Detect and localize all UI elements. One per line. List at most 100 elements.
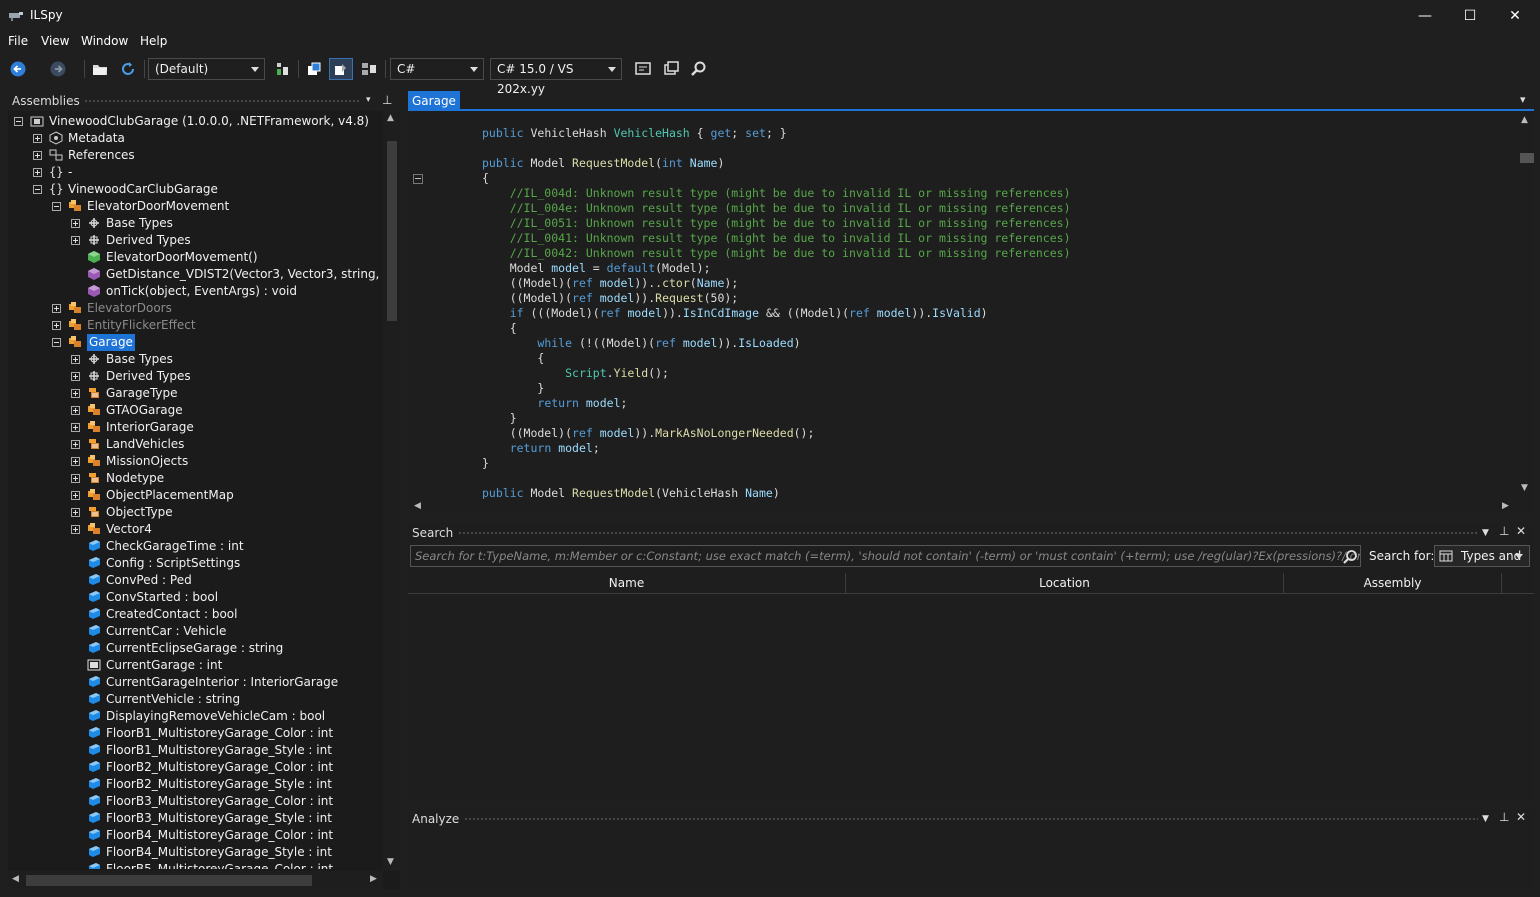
code-horizontal-scrollbar[interactable]: ◀ ▶: [408, 499, 1517, 514]
expand-icon[interactable]: [71, 474, 80, 483]
scroll-right-icon[interactable]: ▶: [370, 874, 377, 884]
tree-node[interactable]: ConvStarted : bool: [8, 589, 383, 606]
forward-icon[interactable]: [49, 60, 67, 78]
menu-file[interactable]: File: [8, 34, 28, 48]
decompiled-code[interactable]: public VehicleHash VehicleHash { get; se…: [482, 126, 1071, 501]
search-icon[interactable]: [1342, 549, 1358, 565]
expand-icon[interactable]: [71, 491, 80, 500]
tree-node[interactable]: FloorB3_MultistoreyGarage_Style : int: [8, 810, 383, 827]
show-all-icon[interactable]: [360, 60, 378, 78]
expand-icon[interactable]: [33, 151, 42, 160]
tree-vertical-thumb[interactable]: [387, 141, 397, 321]
expand-icon[interactable]: [71, 423, 80, 432]
ui-mode-icon[interactable]: [634, 60, 652, 78]
tree-node[interactable]: Nodetype: [8, 470, 383, 487]
menu-view[interactable]: View: [41, 34, 69, 48]
tree-node[interactable]: FloorB4_MultistoreyGarage_Style : int: [8, 844, 383, 861]
language-version-combo[interactable]: C# 15.0 / VS 202x.yy: [490, 58, 622, 96]
expand-icon[interactable]: [33, 134, 42, 143]
tree-node[interactable]: FloorB3_MultistoreyGarage_Color : int: [8, 793, 383, 810]
tree-node[interactable]: Metadata: [8, 130, 383, 147]
fold-marker-icon[interactable]: [413, 174, 423, 184]
scroll-down-icon[interactable]: ▼: [1521, 483, 1528, 493]
expand-icon[interactable]: [71, 440, 80, 449]
scroll-left-icon[interactable]: ◀: [414, 501, 421, 511]
expand-icon[interactable]: [71, 508, 80, 517]
tree-node[interactable]: CurrentGarageInterior : InteriorGarage: [8, 674, 383, 691]
panel-menu-icon[interactable]: ▼: [1482, 528, 1489, 538]
tree-node[interactable]: ObjectPlacementMap: [8, 487, 383, 504]
tree-node[interactable]: EntityFlickerEffect: [8, 317, 383, 334]
assembly-list-combo[interactable]: (Default): [148, 58, 265, 80]
tree-horizontal-thumb[interactable]: [26, 875, 312, 886]
tree-node[interactable]: Base Types: [8, 351, 383, 368]
windows-icon[interactable]: [662, 60, 680, 78]
code-editor[interactable]: public VehicleHash VehicleHash { get; se…: [408, 111, 1534, 514]
search-mode-combo[interactable]: Types and: [1434, 545, 1530, 567]
tree-node[interactable]: Garage: [8, 334, 383, 351]
tree-node[interactable]: {} VinewoodCarClubGarage: [8, 181, 383, 198]
panel-menu-icon[interactable]: ▼: [1482, 814, 1489, 824]
tree-node[interactable]: Config : ScriptSettings: [8, 555, 383, 572]
tree-node[interactable]: InteriorGarage: [8, 419, 383, 436]
show-internal-toggle[interactable]: [329, 58, 353, 80]
tree-node[interactable]: Derived Types: [8, 232, 383, 249]
collapse-icon[interactable]: [14, 117, 23, 126]
pin-icon[interactable]: ⊥: [1499, 524, 1509, 538]
collapse-icon[interactable]: [52, 338, 61, 347]
tree-node[interactable]: FloorB5_MultistoreyGarage_Color : int: [8, 861, 383, 869]
code-vertical-scrollbar[interactable]: ▲ ▼: [1517, 111, 1534, 499]
scroll-up-icon[interactable]: ▲: [387, 113, 394, 123]
reload-icon[interactable]: [119, 60, 137, 78]
minimize-button[interactable]: —: [1402, 0, 1448, 31]
close-window-button[interactable]: ✕: [1492, 0, 1538, 31]
close-icon[interactable]: ✕: [1516, 524, 1526, 538]
panel-splitter[interactable]: [400, 91, 408, 889]
tree-node[interactable]: Derived Types: [8, 368, 383, 385]
tree-horizontal-scrollbar[interactable]: ◀ ▶: [8, 871, 383, 889]
tree-node[interactable]: ElevatorDoorMovement: [8, 198, 383, 215]
search-icon[interactable]: [690, 60, 708, 78]
tree-node[interactable]: ElevatorDoors: [8, 300, 383, 317]
show-public-only-icon[interactable]: [305, 60, 323, 78]
open-folder-icon[interactable]: [91, 60, 109, 78]
tree-node[interactable]: FloorB4_MultistoreyGarage_Color : int: [8, 827, 383, 844]
code-vertical-thumb[interactable]: [1520, 153, 1534, 163]
tab-garage[interactable]: Garage: [408, 91, 460, 111]
language-combo[interactable]: C#: [390, 58, 484, 80]
menu-window[interactable]: Window: [81, 34, 128, 48]
expand-icon[interactable]: [71, 389, 80, 398]
column-location[interactable]: Location: [846, 573, 1284, 593]
tree-node[interactable]: GarageType: [8, 385, 383, 402]
menu-help[interactable]: Help: [140, 34, 167, 48]
expand-icon[interactable]: [71, 457, 80, 466]
tree-node[interactable]: CurrentCar : Vehicle: [8, 623, 383, 640]
search-input[interactable]: Search for t:TypeName, m:Member or c:Con…: [410, 545, 1361, 567]
tree-node[interactable]: CurrentGarage : int: [8, 657, 383, 674]
expand-icon[interactable]: [71, 372, 80, 381]
column-assembly[interactable]: Assembly: [1284, 573, 1502, 593]
expand-icon[interactable]: [33, 168, 42, 177]
tree-node[interactable]: CreatedContact : bool: [8, 606, 383, 623]
expand-icon[interactable]: [71, 236, 80, 245]
tree-node[interactable]: CurrentVehicle : string: [8, 691, 383, 708]
tree-node[interactable]: CheckGarageTime : int: [8, 538, 383, 555]
expand-icon[interactable]: [71, 406, 80, 415]
scroll-up-icon[interactable]: ▲: [1521, 115, 1528, 125]
tree-node[interactable]: onTick(object, EventArgs) : void: [8, 283, 383, 300]
tree-node[interactable]: LandVehicles: [8, 436, 383, 453]
tree-node[interactable]: References: [8, 147, 383, 164]
tree-node[interactable]: ElevatorDoorMovement(): [8, 249, 383, 266]
collapse-icon[interactable]: [33, 185, 42, 194]
expand-icon[interactable]: [52, 304, 61, 313]
column-name[interactable]: Name: [408, 573, 846, 593]
collapse-icon[interactable]: [52, 202, 61, 211]
tree-node[interactable]: ConvPed : Ped: [8, 572, 383, 589]
tree-node[interactable]: {} -: [8, 164, 383, 181]
back-icon[interactable]: [9, 60, 27, 78]
tab-list-icon[interactable]: ▾: [1520, 93, 1526, 106]
tree-node[interactable]: VinewoodClubGarage (1.0.0.0, .NETFramewo…: [8, 113, 383, 130]
tree-node[interactable]: MissionOjects: [8, 453, 383, 470]
tree-node[interactable]: ObjectType: [8, 504, 383, 521]
tree-node[interactable]: GetDistance_VDIST2(Vector3, Vector3, str…: [8, 266, 383, 283]
